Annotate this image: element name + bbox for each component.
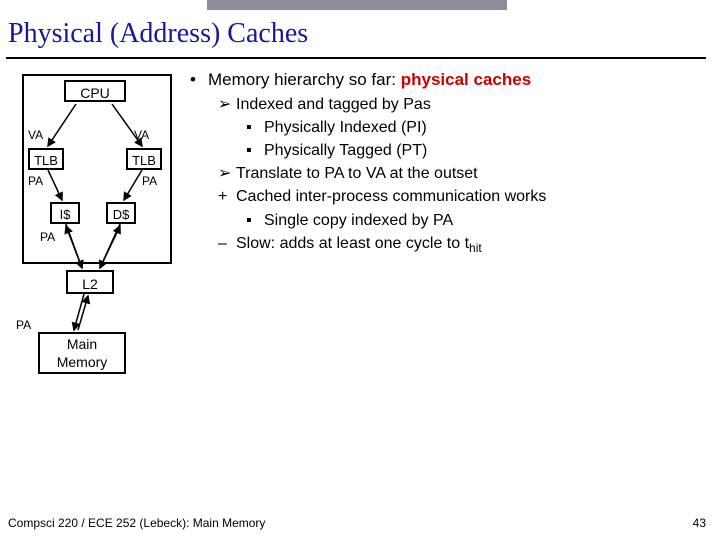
bullet-b4: –Slow: adds at least one cycle to thit [218, 232, 710, 258]
pa-bottom-label: PA [16, 318, 31, 332]
va-right-label: VA [134, 128, 149, 142]
icache-box: I$ [50, 202, 80, 224]
bullet-b3a: ▪Single copy indexed by PA [246, 209, 710, 232]
cpu-label: CPU [64, 80, 126, 102]
tlb-right-box: TLB [126, 148, 162, 170]
mem-line1: Main [67, 336, 97, 352]
dcache-box: D$ [106, 202, 136, 224]
decorative-topbar [207, 0, 507, 10]
title-underline [6, 57, 706, 59]
bullet-b1a: ▪Physically Indexed (PI) [246, 116, 710, 139]
footer-text: Compsci 220 / ECE 252 (Lebeck): Main Mem… [8, 516, 265, 530]
bullet-b1: ➢Indexed and tagged by Pas [218, 93, 710, 116]
bullet-main: •Memory hierarchy so far: physical cache… [190, 68, 710, 93]
tlb-left-box: TLB [28, 148, 64, 170]
va-left-label: VA [28, 128, 43, 142]
pa-mid-label: PA [40, 230, 55, 244]
l2-box: L2 [66, 270, 114, 294]
page-number: 43 [693, 516, 706, 530]
bullet-b3: +Cached inter-process communication work… [218, 185, 710, 208]
main-memory-box: Main Memory [38, 332, 126, 374]
bullet-list: •Memory hierarchy so far: physical cache… [190, 68, 710, 257]
bullet-b2: ➢Translate to PA to VA at the outset [218, 162, 710, 185]
bullet-main-text: Memory hierarchy so far: [208, 70, 401, 89]
bullet-b1b: ▪Physically Tagged (PT) [246, 139, 710, 162]
pa-left-label: PA [28, 174, 43, 188]
slide-title: Physical (Address) Caches [8, 18, 308, 50]
bullet-main-emph: physical caches [401, 70, 531, 89]
mem-line2: Memory [57, 354, 108, 370]
pa-right-label: PA [142, 174, 157, 188]
